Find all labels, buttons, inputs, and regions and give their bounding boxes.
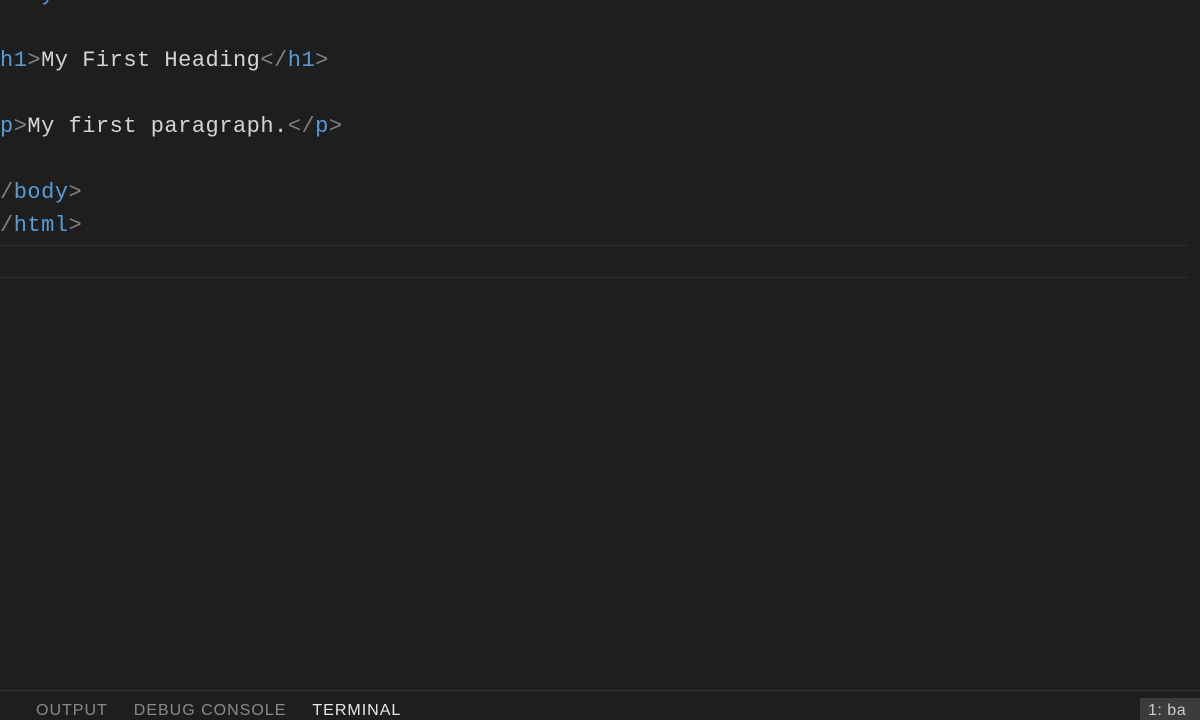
- code-line[interactable]: [0, 77, 343, 110]
- panel-tab-terminal[interactable]: TERMINAL: [312, 702, 401, 720]
- code-line[interactable]: [0, 11, 343, 44]
- terminal-selector[interactable]: 1: ba: [1140, 698, 1200, 720]
- code-line[interactable]: /html>: [0, 209, 343, 242]
- code-editor[interactable]: body> h1>My First Heading</h1> p>My firs…: [0, 0, 1200, 690]
- code-line[interactable]: h1>My First Heading</h1>: [0, 44, 343, 77]
- bottom-panel: OUTPUT DEBUG CONSOLE TERMINAL 1: ba: [0, 690, 1200, 720]
- code-line[interactable]: p>My first paragraph.</p>: [0, 110, 343, 143]
- panel-tab-debug-console[interactable]: DEBUG CONSOLE: [134, 702, 287, 720]
- code-line[interactable]: [0, 143, 343, 176]
- current-line-highlight: [0, 245, 1187, 278]
- panel-tabs: OUTPUT DEBUG CONSOLE TERMINAL: [0, 691, 401, 720]
- code-line[interactable]: body>: [0, 0, 343, 11]
- panel-tab-output[interactable]: OUTPUT: [36, 702, 108, 720]
- code-line[interactable]: /body>: [0, 176, 343, 209]
- editor-scrollbar[interactable]: [1187, 0, 1200, 690]
